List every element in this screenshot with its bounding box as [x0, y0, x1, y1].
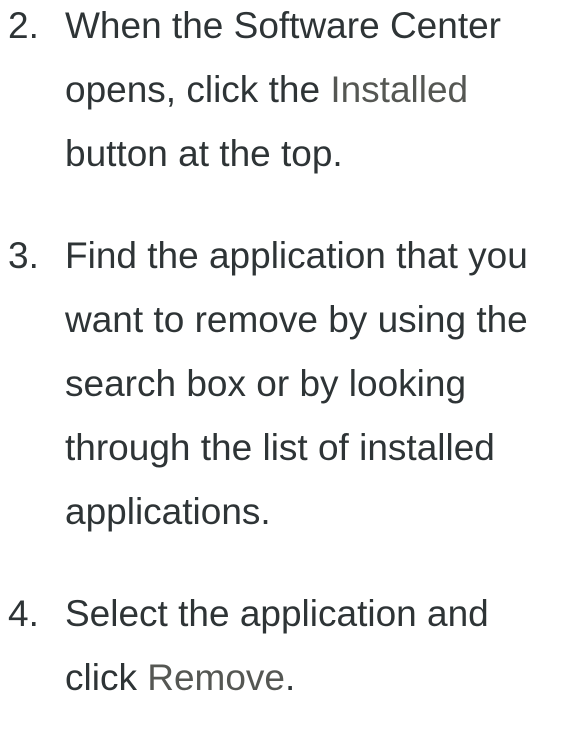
step-item-2: 2. When the Software Center opens, click…: [0, 0, 568, 186]
step-text-after: button at the top.: [65, 133, 343, 174]
step-number: 4.: [8, 593, 39, 634]
step-text-after: .: [285, 657, 296, 698]
instruction-list: 2. When the Software Center opens, click…: [0, 0, 568, 710]
step-number: 3.: [8, 235, 39, 276]
step-number: 2.: [8, 5, 39, 46]
gui-label-installed: Installed: [330, 69, 469, 110]
gui-label-remove: Remove: [147, 657, 286, 698]
step-item-4: 4. Select the application and click Remo…: [0, 582, 568, 710]
step-item-3: 3. Find the application that you want to…: [0, 224, 568, 544]
step-text: Find the application that you want to re…: [65, 235, 528, 532]
